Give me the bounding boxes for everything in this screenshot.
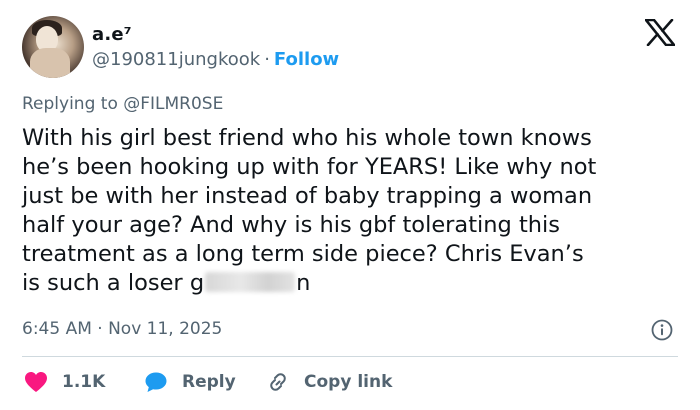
tweet-line: just be with her instead of baby trappin… xyxy=(22,183,593,209)
follow-button[interactable]: Follow xyxy=(274,49,339,70)
handle-row: @190811jungkook · Follow xyxy=(92,49,339,70)
tweet-line-last: is such a loser g n xyxy=(22,269,687,298)
link-icon xyxy=(270,373,286,391)
tweet-text-after-blur: n xyxy=(296,270,311,296)
tweet-text-before-blur: is such a loser g xyxy=(22,270,205,296)
separator: · xyxy=(264,49,270,70)
like-button[interactable]: 1.1K xyxy=(24,370,105,394)
copy-link-button[interactable]: Copy link xyxy=(266,370,392,394)
copy-link-label: Copy link xyxy=(304,372,393,392)
blurred-redaction xyxy=(205,272,296,292)
display-name[interactable]: a.e⁷ xyxy=(92,24,132,45)
reply-button[interactable]: Reply xyxy=(144,370,236,394)
tweet-line: treatment as a long term side piece? Chr… xyxy=(22,241,584,267)
tweet-line: With his girl best friend who his whole … xyxy=(22,125,592,151)
avatar[interactable] xyxy=(22,16,84,78)
x-logo-icon[interactable] xyxy=(645,19,675,46)
timestamp[interactable]: 6:45 AM · Nov 11, 2025 xyxy=(22,319,222,339)
tweet-text: With his girl best friend who his whole … xyxy=(22,124,687,298)
tweet-line: he’s been hooking up with for YEARS! Lik… xyxy=(22,154,597,180)
info-icon[interactable] xyxy=(651,319,673,341)
divider xyxy=(22,356,678,357)
author-handle[interactable]: @190811jungkook xyxy=(92,49,260,70)
tweet-line: half your age? And why is his gbf tolera… xyxy=(22,212,561,238)
reply-label: Reply xyxy=(182,372,236,392)
tweet-card: a.e⁷ @190811jungkook · Follow Replying to … xyxy=(0,0,700,410)
heart-icon xyxy=(25,372,47,392)
reply-bubble-icon xyxy=(145,372,167,392)
reply-context[interactable]: Replying to @FILMR0SE xyxy=(22,94,223,114)
like-count: 1.1K xyxy=(62,372,106,392)
